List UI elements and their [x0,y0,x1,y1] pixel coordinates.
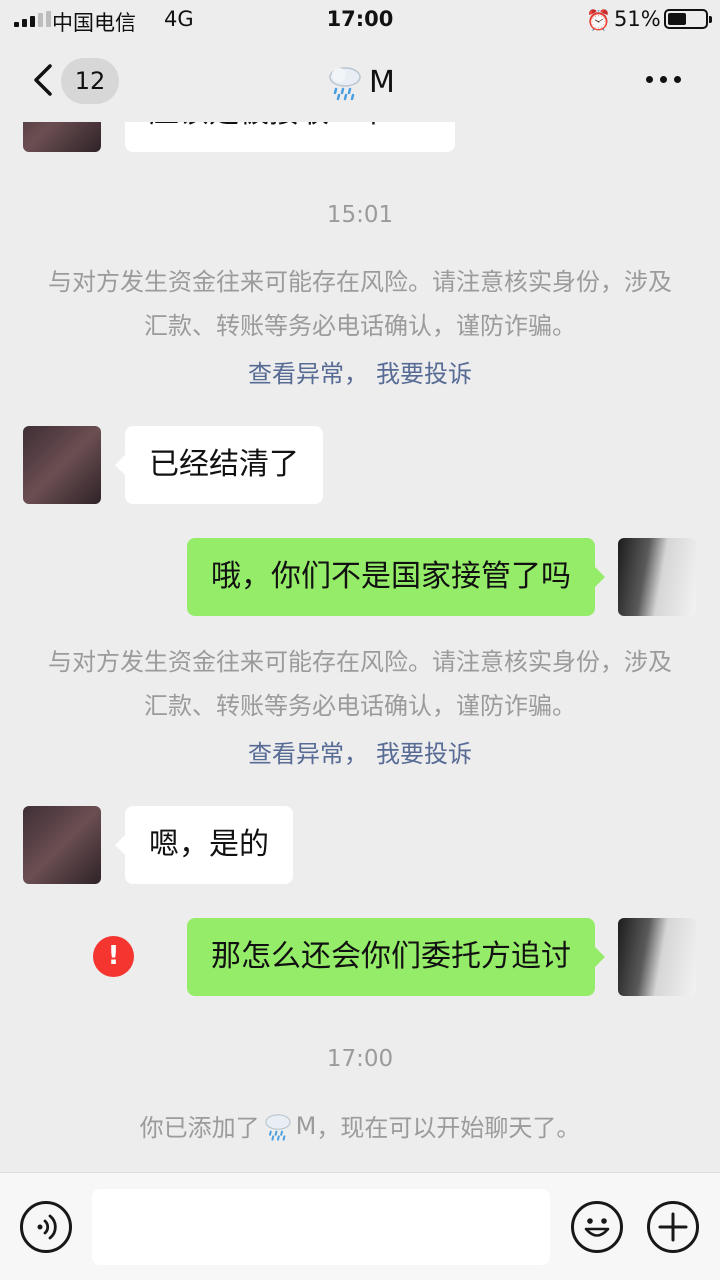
rain-cloud-icon [329,67,361,101]
timestamp: 15:01 [326,202,394,228]
incoming-message[interactable]: 嗯，是的 [115,806,293,884]
outgoing-message[interactable]: 哦，你们不是国家接管了吗 [187,538,605,616]
send-failed-icon[interactable]: ! [93,936,134,977]
status-time: 17:00 [326,7,394,31]
view-abnormal-link[interactable]: 查看异常 [248,740,344,768]
incoming-message[interactable]: 应该是被接收一下 [115,122,455,152]
outgoing-message[interactable]: 那怎么还会你们委托方追讨 [187,918,605,996]
my-avatar[interactable] [618,538,696,616]
message-input[interactable] [92,1189,550,1265]
contact-avatar[interactable] [23,806,101,884]
rain-cloud-icon [265,1113,291,1141]
friend-added-notice: 你已添加了 M ，现在可以开始聊天了。 [0,1108,720,1143]
added-suffix: ，现在可以开始聊天了。 [316,1114,581,1142]
notice-separator: ， [344,360,368,388]
added-prefix: 你已添加了 [139,1114,260,1142]
my-avatar[interactable] [618,918,696,996]
alarm-icon: ⏰ [586,8,611,32]
incoming-message[interactable]: 已经结清了 [115,426,323,504]
notice-links: 查看异常， 我要投诉 [0,354,720,389]
status-bar: 中国电信 4G 17:00 ⏰ 51% [0,0,720,40]
chat-header: 12 M [0,40,720,122]
risk-notice: 与对方发生资金往来可能存在风险。请注意核实身份，涉及汇款、转账等务必电话确认，谨… [48,648,672,720]
report-link[interactable]: 我要投诉 [376,360,472,388]
contact-avatar[interactable] [23,122,101,152]
battery-level [668,13,686,25]
input-bar [0,1172,720,1280]
added-name: M [295,1111,317,1140]
battery-percent: 51% [614,7,661,31]
chat-title[interactable]: M [0,62,720,102]
emoji-icon[interactable] [571,1201,623,1253]
contact-name: M [369,64,395,100]
timestamp: 17:00 [326,1046,394,1072]
notice-links: 查看异常， 我要投诉 [0,734,720,769]
risk-notice: 与对方发生资金往来可能存在风险。请注意核实身份，涉及汇款、转账等务必电话确认，谨… [48,268,672,340]
voice-icon[interactable] [20,1201,72,1253]
battery-icon [664,9,712,29]
message-list[interactable]: 应该是被接收一下 15:01 与对方发生资金往来可能存在风险。请注意核实身份，涉… [0,122,720,1172]
report-link[interactable]: 我要投诉 [376,740,472,768]
view-abnormal-link[interactable]: 查看异常 [248,360,344,388]
plus-icon[interactable] [647,1201,699,1253]
more-icon[interactable] [646,76,681,83]
contact-avatar[interactable] [23,426,101,504]
notice-separator: ， [344,740,368,768]
